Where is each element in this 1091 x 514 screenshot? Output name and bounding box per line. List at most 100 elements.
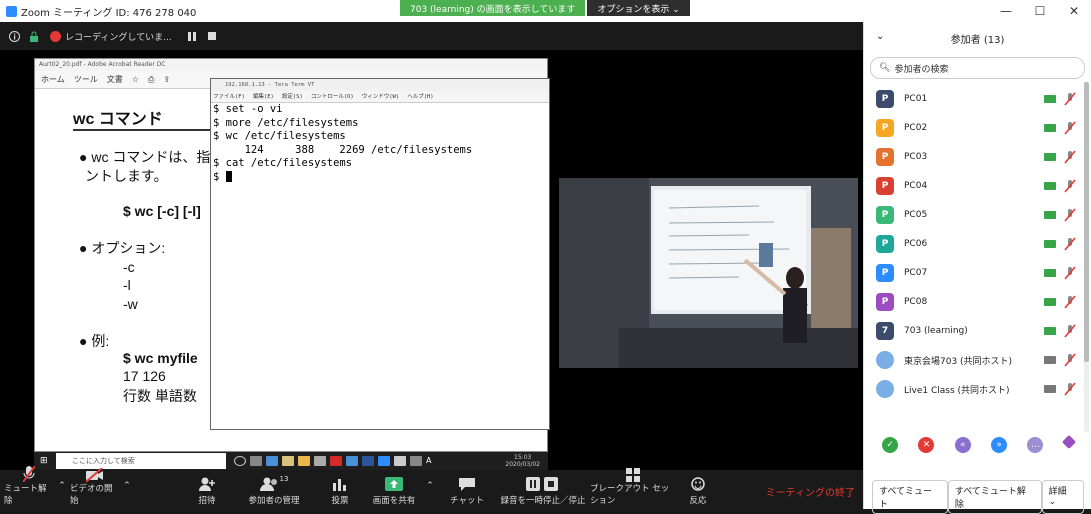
classroom-video-image [559,178,858,368]
video-options-caret[interactable]: ⌃ [121,470,133,509]
menu-control[interactable]: コントロール(O) [311,91,354,102]
minimize-button[interactable]: — [989,0,1023,22]
terminal-line: $ wc /etc/filesystems [213,130,346,142]
close-button[interactable]: ✕ [1057,0,1091,22]
participant-row[interactable]: P PC06 [876,234,1076,254]
tab-document[interactable]: 文書 [107,74,123,85]
info-icon[interactable] [8,30,20,42]
avatar: P [876,148,894,166]
maximize-button[interactable]: ☐ [1023,0,1057,22]
terminal-output[interactable]: $ set -o vi $ more /etc/filesystems $ wc… [211,103,549,184]
mic-muted-icon [1064,92,1076,106]
start-icon[interactable]: ⊞ [40,456,48,466]
participant-scrollbar[interactable] [1084,82,1089,432]
mic-muted-icon [23,466,35,482]
video-icon [1044,356,1056,364]
terminal-line: $ [213,170,226,183]
participant-row[interactable]: P PC03 [876,147,1076,167]
store-icon[interactable] [314,456,326,466]
no-icon[interactable]: ✕ [918,437,935,453]
video-on-icon [1044,327,1056,335]
tab-home[interactable]: ホーム [41,74,65,85]
invite-button[interactable]: 招待 [190,470,224,509]
video-on-icon [1044,298,1056,306]
participants-icon: 13 [259,474,288,494]
participants-header: ⌄ 参加者 (13) [864,22,1091,54]
video-on-icon [1044,182,1056,190]
participant-row[interactable]: P PC07 [876,263,1076,283]
more-feedback-icon[interactable]: … [1027,437,1044,453]
upload-icon[interactable]: ⇪ [163,75,170,84]
chat-button[interactable]: チャット [450,470,484,509]
video-label: ビデオの開始 [70,484,113,506]
share-banner: 703 (learning) の画面を表示しています オプションを表示 ⌄ [400,0,690,16]
print-icon[interactable]: ⎙ [148,75,154,85]
ime-indicator[interactable]: A [426,456,431,466]
participant-name: PC03 [904,152,928,162]
participant-name: PC05 [904,210,928,220]
slide-example-heading: ● 例: [79,333,110,349]
avatar: P [876,177,894,195]
taskbar-search[interactable]: ここに入力して検索 [56,453,226,469]
end-meeting-button[interactable]: ミーティングの終了 [766,484,855,499]
cortana-icon[interactable] [234,456,246,466]
participant-row[interactable]: P PC08 [876,292,1076,312]
pause-recording-icon[interactable] [186,30,198,42]
collapse-panel-icon[interactable]: ⌄ [876,31,884,42]
participant-row[interactable]: P PC02 [876,118,1076,138]
pause-stop-recording-button[interactable]: 録音を一時停止／停止 [498,470,588,509]
clock-time: 15:03 [514,454,532,461]
lock-icon[interactable] [28,30,40,42]
explorer-icon[interactable] [298,456,310,466]
menu-edit[interactable]: 編集(E) [253,91,274,102]
menu-help[interactable]: ヘルプ(H) [407,91,433,102]
word-icon[interactable] [362,456,374,466]
video-button[interactable]: ビデオの開始 [70,468,120,509]
menu-file[interactable]: ファイル(F) [213,91,245,102]
share-options-caret[interactable]: ⌃ [424,470,436,509]
slower-icon[interactable]: « [954,437,971,453]
settings-icon[interactable] [410,456,422,466]
mute-button[interactable]: ミュート解除 [4,466,54,509]
mail-icon[interactable] [346,456,358,466]
search-icon: 🔍︎ [879,63,891,73]
participant-row[interactable]: Live1 Class (共同ホスト) [876,379,1076,399]
bookmark-icon[interactable]: ☆ [132,75,139,84]
participants-button[interactable]: 13 参加者の管理 [244,470,304,509]
acrobat-taskbar-icon[interactable] [330,456,342,466]
reaction-icon [691,474,705,494]
tab-tools[interactable]: ツール [74,74,98,85]
recording-indicator: レコーディングしていま... [50,30,172,43]
breakout-button[interactable]: ブレークアウト セッション [590,468,676,509]
participant-row[interactable]: P PC05 [876,205,1076,225]
menu-window[interactable]: ウィンドウ(W) [362,91,399,102]
participant-row[interactable]: P PC04 [876,176,1076,196]
yes-icon[interactable]: ✓ [882,437,899,453]
speaker-video [559,178,858,368]
poll-button[interactable]: 投票 [326,470,354,509]
faster-icon[interactable]: » [991,437,1008,453]
meeting-toolbar: ミュート解除 ⌃ ビデオの開始 ⌃ 招待 13 参加者の管理 投票 画面を共有 … [0,466,863,509]
share-screen-button[interactable]: 画面を共有 [370,470,418,509]
notepad-icon[interactable] [394,456,406,466]
zoom-taskbar-icon[interactable] [378,456,390,466]
reactions-button[interactable]: 反応 [684,470,712,509]
menu-setup[interactable]: 設定(S) [282,91,303,102]
pause-stop-label: 録音を一時停止／停止 [500,496,586,506]
avatar-person-icon [876,351,894,369]
view-options-button[interactable]: オプションを表示 ⌄ [587,0,690,16]
participant-name: 東京会場703 (共同ホスト) [904,356,1013,367]
task-view-icon[interactable] [250,456,262,466]
clear-feedback-icon[interactable] [1061,434,1076,450]
taskbar-clock[interactable]: 15:03 2020/03/02 [505,454,540,468]
mic-muted-icon [1064,150,1076,164]
chat-icon [459,474,475,494]
stop-recording-icon[interactable] [206,30,218,42]
teraterm-taskbar-icon[interactable] [282,456,294,466]
participant-row[interactable]: 東京会場703 (共同ホスト) [876,350,1076,370]
participant-row[interactable]: 7 703 (learning) [876,321,1076,341]
participant-row[interactable]: P PC01 [876,89,1076,109]
audio-options-caret[interactable]: ⌃ [56,470,68,509]
participant-search-input[interactable]: 🔍︎ 参加者の検索 [870,57,1085,79]
edge-icon[interactable] [266,456,278,466]
